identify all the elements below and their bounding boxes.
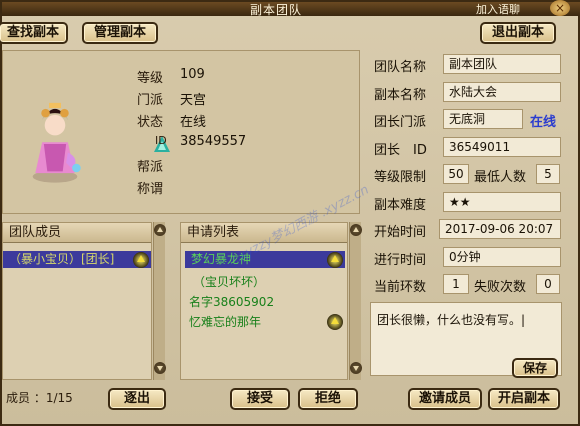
level-value: 109: [180, 67, 205, 82]
round-label: 当前环数: [374, 280, 427, 295]
open-dungeon-button[interactable]: 开启副本: [488, 388, 560, 410]
save-button[interactable]: 保存: [512, 358, 558, 378]
member-count: 成员 ：1/15: [6, 391, 73, 405]
leader-sect-field: 无底洞: [443, 109, 523, 129]
id-value: 38549557: [180, 134, 247, 149]
status-value: 在线: [180, 115, 207, 130]
title-bar: 副本团队 加入语聊 ×: [2, 0, 580, 17]
invite-member-button[interactable]: 邀请成员: [408, 388, 482, 410]
application-row[interactable]: 忆难忘的那年: [189, 313, 261, 330]
accept-quick-icon[interactable]: [327, 314, 343, 330]
level-limit-label: 等级限制: [374, 170, 427, 185]
elapsed-label: 进行时间: [374, 253, 427, 268]
scroll-down-icon[interactable]: [154, 362, 166, 374]
dungeon-name-label: 副本名称: [374, 88, 427, 103]
reject-button[interactable]: 拒绝: [298, 388, 358, 410]
accept-quick-icon[interactable]: [327, 252, 343, 268]
difficulty-label: 副本难度: [374, 198, 427, 213]
guild-label: 帮派: [137, 160, 164, 175]
level-limit-field: 50: [443, 164, 469, 184]
team-members-header: 团队成员: [3, 223, 151, 243]
team-member-row[interactable]: （暴小宝贝）[团长]: [3, 251, 151, 268]
dungeon-name-field: 水陆大会: [443, 82, 561, 102]
promote-icon[interactable]: [133, 252, 149, 268]
fail-count-label: 失败次数: [474, 280, 527, 295]
leave-dungeon-button[interactable]: 退出副本: [480, 22, 556, 44]
character-avatar-icon: [32, 102, 81, 183]
status-label: 状态: [137, 115, 164, 130]
members-scrollbar[interactable]: [153, 222, 166, 380]
close-icon[interactable]: ×: [550, 0, 570, 16]
application-row[interactable]: （宝贝坏坏）: [193, 273, 265, 290]
difficulty-field: ★★: [443, 192, 561, 212]
id-label: ID: [155, 134, 167, 147]
join-voice-chat-link[interactable]: 加入语聊: [476, 1, 520, 17]
application-row-selected[interactable]: 梦幻暴龙神: [185, 251, 345, 268]
sect-label: 门派: [137, 93, 164, 108]
elapsed-field: 0分钟: [443, 247, 561, 267]
player-info-panel: 等级 109 门派 天宫 状态 在线 ID 38549557 帮派 称谓: [2, 50, 360, 214]
start-time-field: 2017-09-06 20:07: [439, 219, 561, 239]
team-name-label: 团队名称: [374, 60, 427, 75]
leader-id-label: 团长 ID: [374, 143, 427, 158]
kick-button[interactable]: 逐出: [108, 388, 166, 410]
title-label: 称谓: [137, 182, 164, 197]
min-people-label: 最低人数: [474, 170, 527, 185]
level-label: 等级: [137, 71, 164, 86]
leader-status: 在线: [530, 115, 557, 130]
accept-button[interactable]: 接受: [230, 388, 290, 410]
round-field: 1: [443, 274, 469, 294]
leader-id-field: 36549011: [443, 137, 561, 157]
team-name-field[interactable]: 副本团队: [443, 54, 561, 74]
scroll-up-icon[interactable]: [350, 224, 362, 236]
window-title: 副本团队: [250, 3, 303, 17]
min-people-field: 5: [536, 164, 560, 184]
sect-value: 天宫: [180, 93, 207, 108]
find-dungeon-button[interactable]: 查找副本: [0, 22, 68, 44]
dungeon-team-window: 副本团队 加入语聊 × 查找副本 管理副本 退出副本 等级 109 门派 天宫 …: [0, 0, 580, 426]
application-row[interactable]: 名字38605902: [189, 293, 274, 310]
scroll-up-icon[interactable]: [154, 224, 166, 236]
fail-count-field: 0: [536, 274, 560, 294]
scroll-down-icon[interactable]: [350, 362, 362, 374]
leader-sect-label: 团长门派: [374, 115, 427, 130]
start-time-label: 开始时间: [374, 225, 427, 240]
team-members-list: 团队成员 （暴小宝贝）[团长]: [2, 222, 152, 380]
applications-scrollbar[interactable]: [349, 222, 362, 380]
manage-dungeon-button[interactable]: 管理副本: [82, 22, 158, 44]
